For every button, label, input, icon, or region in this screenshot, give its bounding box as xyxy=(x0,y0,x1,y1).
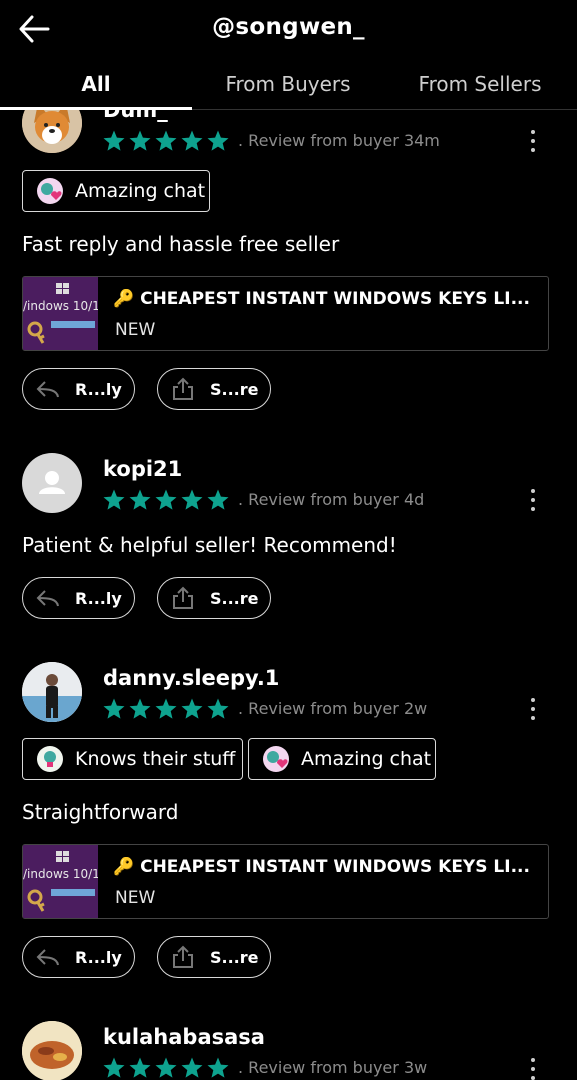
more-options-icon[interactable] xyxy=(522,696,544,722)
badge-label: Amazing chat xyxy=(301,748,432,770)
listing-status: NEW xyxy=(115,320,156,340)
lightbulb-icon xyxy=(37,746,63,772)
rating-stars xyxy=(102,1056,230,1080)
reply-icon xyxy=(36,381,59,398)
avatar[interactable] xyxy=(22,662,82,722)
reply-icon xyxy=(36,949,59,966)
star-icon xyxy=(180,697,204,725)
listing-card[interactable]: /indows 10/11 🔑 CHEAPEST INSTANT WINDOWS… xyxy=(22,844,549,919)
listing-status: NEW xyxy=(115,888,156,908)
listing-card[interactable]: /indows 10/11 🔑 CHEAPEST INSTANT WINDOWS… xyxy=(22,276,549,351)
star-icon xyxy=(128,488,152,516)
share-icon xyxy=(173,945,193,968)
default-user-icon xyxy=(39,471,65,494)
star-icon xyxy=(102,129,126,157)
share-button[interactable]: S...re xyxy=(157,368,271,410)
share-button[interactable]: S...re xyxy=(157,936,271,978)
badge-amazing-chat: Amazing chat xyxy=(22,170,210,212)
review-filter-tabs: All From Buyers From Sellers xyxy=(0,60,577,110)
review-meta: . Review from buyer 4d xyxy=(238,490,425,509)
avatar[interactable] xyxy=(22,453,82,513)
star-icon xyxy=(128,697,152,725)
badge-label: Knows their stuff xyxy=(75,748,236,770)
rating-stars xyxy=(102,129,230,157)
badge-knows-their-stuff: Knows their stuff xyxy=(22,738,243,780)
star-icon xyxy=(206,129,230,157)
listing-thumb-text: /indows 10/11 xyxy=(23,299,98,313)
star-icon xyxy=(206,1056,230,1080)
star-icon xyxy=(128,129,152,157)
star-icon xyxy=(154,697,178,725)
listing-thumbnail: /indows 10/11 xyxy=(23,277,98,350)
rating-stars xyxy=(102,697,230,725)
star-icon xyxy=(154,129,178,157)
more-options-icon[interactable] xyxy=(522,1056,544,1080)
review-text: Straightforward xyxy=(22,800,179,824)
tab-all[interactable]: All xyxy=(0,72,192,96)
share-icon xyxy=(173,377,193,400)
share-label: S...re xyxy=(210,588,259,608)
share-icon xyxy=(173,586,193,609)
reply-label: R...ly xyxy=(75,947,122,967)
star-icon xyxy=(128,1056,152,1080)
more-options-icon[interactable] xyxy=(522,487,544,513)
key-icon: 🔑 xyxy=(113,289,135,309)
star-icon xyxy=(154,1056,178,1080)
listing-thumbnail: /indows 10/11 xyxy=(23,845,98,918)
reply-icon xyxy=(36,590,59,607)
more-options-icon[interactable] xyxy=(522,128,544,154)
chat-heart-icon xyxy=(37,178,63,204)
share-label: S...re xyxy=(210,947,259,967)
reply-button[interactable]: R...ly xyxy=(22,936,135,978)
listing-title: 🔑 CHEAPEST INSTANT WINDOWS KEYS LI... xyxy=(113,857,530,877)
tab-from-buyers[interactable]: From Buyers xyxy=(192,72,384,96)
reviews-feed[interactable]: Dum_ . Review from buyer 34m Amazing cha… xyxy=(0,0,577,1080)
reply-button[interactable]: R...ly xyxy=(22,577,135,619)
reviewer-username[interactable]: kopi21 xyxy=(103,457,182,481)
listing-thumb-text: /indows 10/11 xyxy=(23,867,98,881)
review-meta: . Review from buyer 3w xyxy=(238,1058,428,1077)
tab-from-sellers[interactable]: From Sellers xyxy=(384,72,576,96)
star-icon xyxy=(102,488,126,516)
star-icon xyxy=(206,697,230,725)
listing-title: 🔑 CHEAPEST INSTANT WINDOWS KEYS LI... xyxy=(113,289,530,309)
star-icon xyxy=(180,129,204,157)
reply-button[interactable]: R...ly xyxy=(22,368,135,410)
avatar[interactable] xyxy=(22,1021,82,1080)
active-tab-indicator xyxy=(0,107,192,110)
badge-amazing-chat: Amazing chat xyxy=(248,738,436,780)
star-icon xyxy=(180,488,204,516)
star-icon xyxy=(102,1056,126,1080)
star-icon xyxy=(102,697,126,725)
rating-stars xyxy=(102,488,230,516)
reply-label: R...ly xyxy=(75,588,122,608)
page-title: @songwen_ xyxy=(212,14,365,40)
review-text: Fast reply and hassle free seller xyxy=(22,232,340,256)
reviewer-username[interactable]: danny.sleepy.1 xyxy=(103,666,279,690)
star-icon xyxy=(154,488,178,516)
review-meta: . Review from buyer 2w xyxy=(238,699,428,718)
share-label: S...re xyxy=(210,379,259,399)
share-button[interactable]: S...re xyxy=(157,577,271,619)
reply-label: R...ly xyxy=(75,379,122,399)
chat-heart-icon xyxy=(263,746,289,772)
badge-label: Amazing chat xyxy=(75,180,206,202)
header-bar: @songwen_ xyxy=(0,0,577,60)
key-icon: 🔑 xyxy=(113,857,135,877)
star-icon xyxy=(180,1056,204,1080)
review-meta: . Review from buyer 34m xyxy=(238,131,440,150)
reviewer-username[interactable]: kulahabasasa xyxy=(103,1025,265,1049)
review-text: Patient & helpful seller! Recommend! xyxy=(22,533,397,557)
star-icon xyxy=(206,488,230,516)
